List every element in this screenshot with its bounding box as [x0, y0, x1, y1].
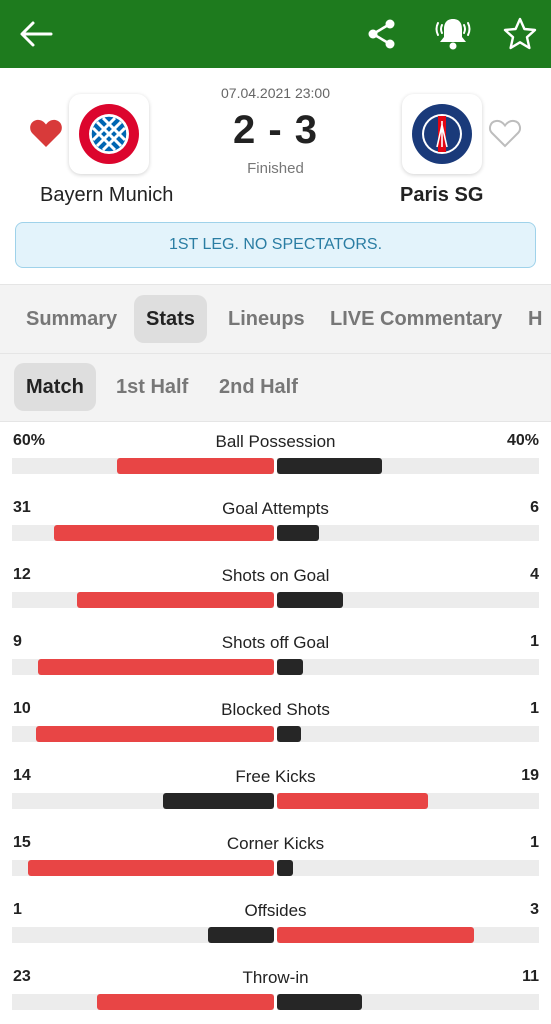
back-arrow-icon[interactable] — [16, 14, 56, 54]
stat-away-bar — [277, 525, 319, 541]
stat-away-value: 19 — [521, 767, 539, 784]
period-tabs: Match 1st Half 2nd Half — [0, 354, 551, 422]
stat-row-offsides: 1 Offsides 3 — [0, 891, 551, 958]
stat-label: Blocked Shots — [221, 700, 330, 719]
match-info-banner: 1ST LEG. NO SPECTATORS. — [15, 222, 536, 268]
stat-away-bar — [277, 860, 293, 876]
stat-away-track — [277, 793, 539, 809]
tab-lineups[interactable]: Lineups — [216, 295, 317, 343]
stat-home-bar — [163, 793, 274, 809]
subtab-1st-half[interactable]: 1st Half — [104, 363, 200, 411]
tab-live-commentary[interactable]: LIVE Commentary — [318, 295, 514, 343]
stat-away-track — [277, 860, 539, 876]
stat-away-value: 6 — [530, 499, 539, 516]
stat-home-track — [12, 659, 274, 675]
stat-home-track — [12, 860, 274, 876]
stat-row-shots-off-goal: 9 Shots off Goal 1 — [0, 623, 551, 690]
subtab-2nd-half[interactable]: 2nd Half — [207, 363, 310, 411]
stat-away-bar — [277, 458, 382, 474]
psg-crest-icon — [412, 104, 472, 164]
stat-away-bar — [277, 793, 428, 809]
stat-away-bar — [277, 592, 343, 608]
stat-away-value: 11 — [522, 968, 539, 985]
stat-home-bar — [38, 659, 274, 675]
stat-label: Free Kicks — [235, 767, 316, 786]
stat-row-throw-in: 23 Throw-in 11 — [0, 958, 551, 1024]
share-icon[interactable] — [362, 14, 402, 54]
stat-label: Ball Possession — [215, 432, 336, 451]
stat-home-bar — [36, 726, 274, 742]
subtab-match[interactable]: Match — [14, 363, 96, 411]
home-team-name[interactable]: Bayern Munich — [40, 184, 173, 207]
stat-home-bar — [54, 525, 274, 541]
stat-away-bar — [277, 927, 474, 943]
stat-row-shots-on-goal: 12 Shots on Goal 4 — [0, 556, 551, 623]
stat-home-bar — [208, 927, 274, 943]
stat-home-bar — [28, 860, 274, 876]
stat-away-value: 4 — [530, 566, 539, 583]
stat-away-value: 3 — [530, 901, 539, 918]
tab-summary[interactable]: Summary — [14, 295, 129, 343]
stat-away-value: 1 — [530, 834, 539, 851]
stat-away-bar — [277, 659, 303, 675]
stat-home-bar — [77, 592, 274, 608]
stat-label: Shots off Goal — [221, 633, 330, 652]
stat-row-goal-attempts: 31 Goal Attempts 6 — [0, 489, 551, 556]
stat-label: Offsides — [244, 901, 307, 920]
stat-away-track — [277, 525, 539, 541]
stat-away-track — [277, 458, 539, 474]
stat-home-track — [12, 458, 274, 474]
heart-outline-icon[interactable] — [488, 116, 522, 150]
away-team-name[interactable]: Paris SG — [400, 184, 483, 207]
app-bar — [0, 0, 551, 68]
stat-label: Goal Attempts — [222, 499, 329, 518]
stat-away-track — [277, 659, 539, 675]
stat-home-bar — [117, 458, 274, 474]
stat-row-corner-kicks: 15 Corner Kicks 1 — [0, 824, 551, 891]
stat-row-free-kicks: 14 Free Kicks 19 — [0, 757, 551, 824]
bell-icon[interactable] — [433, 14, 473, 54]
tab-h2h[interactable]: H — [516, 295, 551, 343]
stat-away-track — [277, 994, 539, 1010]
stat-away-track — [277, 726, 539, 742]
stats-list: 60% Ball Possession 40% 31 Goal Attempts… — [0, 422, 551, 1024]
stat-away-value: 40% — [506, 432, 539, 449]
stat-away-bar — [277, 726, 301, 742]
stat-away-value: 1 — [530, 633, 539, 650]
star-icon[interactable] — [500, 14, 540, 54]
stat-home-track — [12, 994, 274, 1010]
stat-away-value: 1 — [530, 700, 539, 717]
main-tabs: Summary Stats Lineups LIVE Commentary H — [0, 284, 551, 354]
stat-row-ball-possession: 60% Ball Possession 40% — [0, 422, 551, 489]
match-header: Bayern Munich 07.04.2021 23:00 2 - 3 Fin… — [0, 68, 551, 284]
stat-home-track — [12, 927, 274, 943]
stat-label: Shots on Goal — [221, 566, 330, 585]
away-team-logo[interactable] — [402, 94, 482, 174]
stat-label: Corner Kicks — [226, 834, 325, 853]
stat-row-blocked-shots: 10 Blocked Shots 1 — [0, 690, 551, 757]
stat-home-track — [12, 525, 274, 541]
stat-label: Throw-in — [242, 968, 309, 987]
tab-stats[interactable]: Stats — [134, 295, 207, 343]
stat-home-bar — [97, 994, 274, 1010]
stat-home-track — [12, 726, 274, 742]
stat-home-track — [12, 793, 274, 809]
stat-away-bar — [277, 994, 362, 1010]
stat-away-track — [277, 592, 539, 608]
stat-home-track — [12, 592, 274, 608]
stat-away-track — [277, 927, 539, 943]
